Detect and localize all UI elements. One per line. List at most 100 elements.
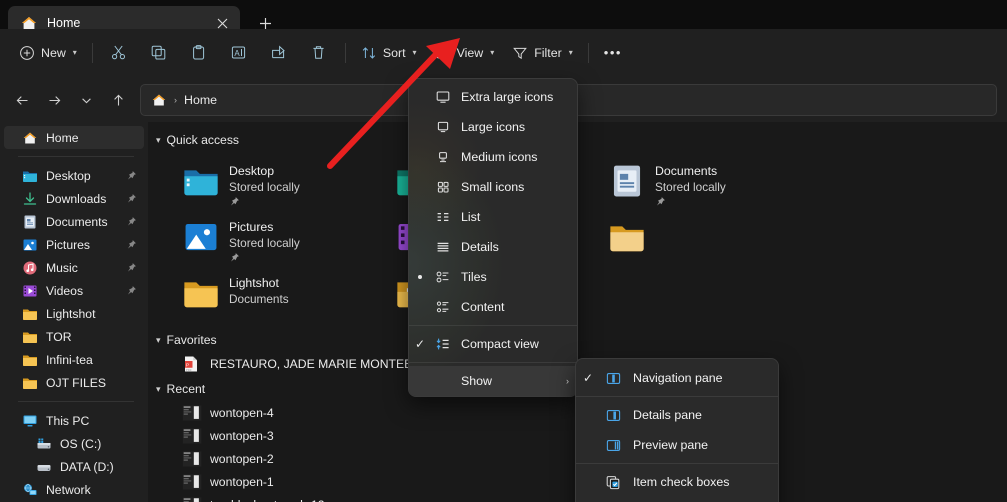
command-bar: New ▾ A Sort ▾ View ▾ Filter ▾ ••• <box>0 29 1007 76</box>
menu-item-mark <box>409 275 431 279</box>
sidebar-item-desktop[interactable]: Desktop <box>4 164 144 187</box>
back-button[interactable] <box>6 84 38 116</box>
toolbar-divider-3 <box>587 42 589 63</box>
chevron-down-icon: ▾ <box>568 48 573 57</box>
sidebar-item-home[interactable]: Home <box>4 126 144 149</box>
submenu-item-details-pane[interactable]: Details pane <box>576 400 778 430</box>
sidebar-item-label: Infini-tea <box>46 352 93 367</box>
submenu-item-item-check-boxes[interactable]: Item check boxes <box>576 467 778 497</box>
pin-icon <box>229 196 300 207</box>
recent-locations-button[interactable] <box>70 84 102 116</box>
pin-icon <box>126 216 138 227</box>
row-name: troubleshootcrash-12 <box>210 498 500 502</box>
menu-divider <box>409 362 577 363</box>
show-submenu: ✓ Navigation pane Details pane Preview pane… <box>575 358 779 502</box>
sidebar-item-lightshot[interactable]: Lightshot <box>4 302 144 325</box>
sidebar-item-this-pc[interactable]: This PC <box>4 409 144 432</box>
sidebar-item-ojt-files[interactable]: OJT FILES <box>4 371 144 394</box>
documents-icon <box>608 162 646 200</box>
cut-icon[interactable] <box>99 37 139 69</box>
sort-button[interactable]: Sort ▾ <box>352 37 426 69</box>
tile-name: Documents <box>655 164 718 178</box>
sidebar-item-label: Desktop <box>46 168 91 183</box>
tile-name: Pictures <box>229 220 274 234</box>
menu-item-list[interactable]: List <box>409 202 577 232</box>
content-icon <box>431 299 455 315</box>
rename-icon[interactable]: A <box>219 37 259 69</box>
nav-pane-icon <box>600 370 626 387</box>
pin-icon <box>229 252 300 263</box>
menu-item-medium-icons[interactable]: Medium icons <box>409 142 577 172</box>
submenu-item-preview-pane[interactable]: Preview pane <box>576 430 778 460</box>
menu-item-small-icons[interactable]: Small icons <box>409 172 577 202</box>
quick-access-tile[interactable]: Pictures Stored locally <box>182 214 395 270</box>
filter-button[interactable]: Filter ▾ <box>503 37 582 69</box>
menu-item-show[interactable]: Show › <box>409 366 577 396</box>
sidebar-item-infini-tea[interactable]: Infini-tea <box>4 348 144 371</box>
tiles-icon <box>431 269 455 285</box>
group-header-label: Favorites <box>166 333 217 347</box>
list-icon <box>431 209 455 225</box>
tile-subtitle: Stored locally <box>229 180 300 194</box>
paste-icon[interactable] <box>179 37 219 69</box>
menu-item-label: Content <box>461 300 505 314</box>
new-button-label: New <box>41 45 66 60</box>
sidebar-item-label: OJT FILES <box>46 375 107 390</box>
menu-item-extra-large-icons[interactable]: Extra large icons <box>409 82 577 112</box>
sidebar-item-network[interactable]: Network <box>4 478 144 501</box>
menu-item-label: Details <box>461 240 499 254</box>
menu-item-compact-view[interactable]: ✓ Compact view <box>409 329 577 359</box>
submenu-item-file-name-extensions[interactable]: File name extensions <box>576 497 778 502</box>
quick-access-tile[interactable]: Desktop Stored locally <box>182 158 395 214</box>
file-explorer-window: Home New ▾ A Sort ▾ View ▾ Filter ▾ ••• … <box>0 0 1007 502</box>
row-name: wontopen-2 <box>210 451 274 466</box>
copy-icon[interactable] <box>139 37 179 69</box>
sidebar-item-music[interactable]: Music <box>4 256 144 279</box>
menu-item-details[interactable]: Details <box>409 232 577 262</box>
submenu-item-navigation-pane[interactable]: ✓ Navigation pane <box>576 363 778 393</box>
menu-item-label: Extra large icons <box>461 90 554 104</box>
tab-label: Home <box>47 16 81 30</box>
more-options-button[interactable]: ••• <box>595 37 631 69</box>
sidebar-item-documents[interactable]: Documents <box>4 210 144 233</box>
sidebar-item-label: DATA (D:) <box>60 459 114 474</box>
sidebar-item-data-d[interactable]: DATA (D:) <box>4 455 144 478</box>
up-button[interactable] <box>102 84 134 116</box>
quick-access-tile[interactable] <box>608 214 821 270</box>
sidebar-item-downloads[interactable]: Downloads <box>4 187 144 210</box>
bullet-icon <box>418 275 422 279</box>
forward-button[interactable] <box>38 84 70 116</box>
pin-icon <box>126 193 138 204</box>
home-icon <box>151 92 167 108</box>
menu-item-tiles[interactable]: Tiles <box>409 262 577 292</box>
pin-icon <box>655 196 726 207</box>
submenu-divider <box>576 463 778 464</box>
chevron-right-icon: › <box>566 376 569 386</box>
sidebar-item-tor[interactable]: TOR <box>4 325 144 348</box>
chevron-down-icon: ▾ <box>156 334 161 345</box>
chevron-down-icon: ▾ <box>490 48 495 57</box>
breadcrumb-home[interactable]: Home <box>184 93 217 107</box>
tile-subtitle: Stored locally <box>229 236 300 250</box>
folder-icon <box>182 274 220 312</box>
breadcrumb-separator: › <box>174 95 177 105</box>
delete-icon[interactable] <box>299 37 339 69</box>
submenu-item-label: Details pane <box>633 408 702 422</box>
menu-item-mark: ✓ <box>409 337 431 351</box>
row-name: wontopen-4 <box>210 405 274 420</box>
menu-item-label: Large icons <box>461 120 526 134</box>
menu-item-large-icons[interactable]: Large icons <box>409 112 577 142</box>
sidebar-item-pictures[interactable]: Pictures <box>4 233 144 256</box>
desktop-folder-icon <box>182 162 220 200</box>
quick-access-tile[interactable]: Documents Stored locally <box>608 158 821 214</box>
sidebar-item-os-c[interactable]: OS (C:) <box>4 432 144 455</box>
quick-access-tile[interactable]: Lightshot Documents <box>182 270 395 326</box>
new-button[interactable]: New ▾ <box>10 37 86 69</box>
view-button[interactable]: View ▾ <box>426 37 504 69</box>
menu-item-content[interactable]: Content <box>409 292 577 322</box>
share-icon[interactable] <box>259 37 299 69</box>
details-pane-icon <box>600 407 626 424</box>
svg-text:PDF: PDF <box>186 367 192 371</box>
check-icon: ✓ <box>414 337 426 351</box>
sidebar-item-videos[interactable]: Videos <box>4 279 144 302</box>
